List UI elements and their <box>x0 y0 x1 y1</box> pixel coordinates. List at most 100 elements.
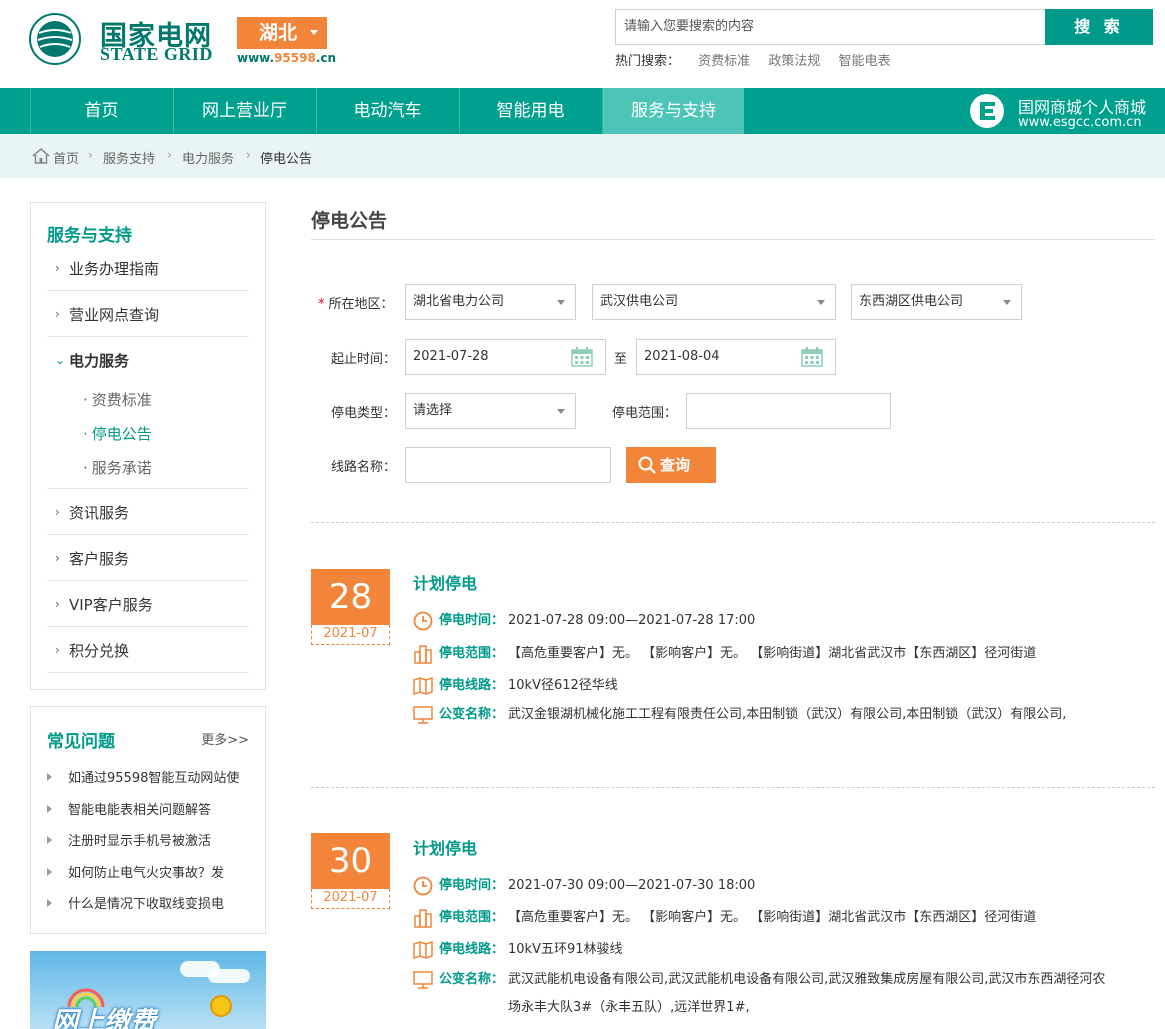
search-button[interactable]: 搜 索 <box>1045 9 1153 45</box>
caret-down-icon <box>557 409 565 414</box>
notice-scope-value: 【高危重要客户】无。 【影响客户】无。 【影响街道】湖北省武汉市【东西湖区】径河… <box>508 646 1037 661</box>
calendar-icon[interactable] <box>571 347 593 367</box>
sidebar-title: 服务与支持 <box>47 226 132 246</box>
triangle-right-icon <box>47 773 52 781</box>
nav-item-ev[interactable]: 电动汽车 <box>316 88 458 134</box>
query-button[interactable]: 查询 <box>626 447 716 483</box>
sidebar-item-points-exchange[interactable]: › 积分兑换 <box>47 627 249 673</box>
breadcrumb-power-service[interactable]: 电力服务 <box>182 148 234 167</box>
notice-scope-key: 停电范围： <box>439 646 505 661</box>
notice-time-value: 2021-07-28 09:00—2021-07-28 17:00 <box>508 613 756 628</box>
outage-scope-input[interactable] <box>686 393 891 429</box>
sidebar-subitem-label: 停电公告 <box>91 425 152 443</box>
sidebar-item-business-guide[interactable]: › 业务办理指南 <box>47 245 249 291</box>
outage-type-select[interactable]: 请选择 <box>405 393 576 429</box>
sidebar-item-power-service[interactable]: ⌄ 电力服务 · 资费标准 · 停电公告 · 服务承诺 <box>47 337 249 489</box>
site-header: 国家电网 STATE GRID 湖北 www.95598.cn 请输入您要搜索的… <box>0 0 1165 88</box>
calendar-icon[interactable] <box>801 347 823 367</box>
region-label: 湖北 <box>259 22 298 44</box>
hot-search-link[interactable]: 智能电表 <box>838 54 890 69</box>
hot-search-link[interactable]: 资费标准 <box>698 54 750 69</box>
title-divider <box>311 239 1155 240</box>
faq-more-link[interactable]: 更多>> <box>201 729 249 748</box>
search-input[interactable]: 请输入您要搜索的内容 <box>615 9 1045 45</box>
hot-search-label: 热门搜索： <box>615 54 681 69</box>
notice-date-card: 28 2021-07 <box>311 569 390 645</box>
triangle-right-icon <box>47 899 52 907</box>
chevron-right-icon: › <box>55 551 60 565</box>
sidebar-item-label: 电力服务 <box>69 352 130 370</box>
clock-icon <box>413 876 433 896</box>
caret-down-icon <box>557 300 565 305</box>
site-url-suffix: .cn <box>315 51 337 65</box>
province-select-value: 湖北省电力公司 <box>413 294 505 309</box>
breadcrumb-service-support[interactable]: 服务支持 <box>103 148 155 167</box>
notice-transformer-key: 公变名称： <box>439 972 505 987</box>
sidebar-item-label: 业务办理指南 <box>69 260 160 278</box>
online-payment-banner[interactable]: 网上缴费 <box>30 951 266 1029</box>
faq-item[interactable]: 智能电能表相关问题解答 <box>47 799 251 818</box>
chevron-right-icon: › <box>55 505 60 519</box>
faq-item-label: 如通过95598智能互动网站使 <box>68 771 240 786</box>
notice-time-value: 2021-07-30 09:00—2021-07-30 18:00 <box>508 878 756 893</box>
nav-item-online-hall[interactable]: 网上营业厅 <box>173 88 315 134</box>
end-date-value: 2021-08-04 <box>644 349 720 364</box>
map-icon <box>413 676 433 696</box>
chevron-right-icon: › <box>167 148 172 162</box>
caret-down-icon <box>310 30 318 35</box>
faq-item[interactable]: 注册时显示手机号被激活 <box>47 830 251 849</box>
home-icon[interactable] <box>32 148 50 164</box>
sidebar-item-label: VIP客户服务 <box>69 596 153 614</box>
sidebar-item-customer-service[interactable]: › 客户服务 <box>47 535 249 581</box>
sidebar-item-label: 资讯服务 <box>69 504 130 522</box>
faq-item-label: 如何防止电气火灾事故？发 <box>68 866 225 881</box>
notice-transformer-key: 公变名称： <box>439 707 505 722</box>
province-select[interactable]: 湖北省电力公司 <box>405 284 576 320</box>
region-selector[interactable]: 湖北 <box>237 17 327 49</box>
notice-title[interactable]: 计划停电 <box>413 570 477 594</box>
faq-item[interactable]: 如何防止电气火灾事故？发 <box>47 862 251 881</box>
end-date-input[interactable]: 2021-08-04 <box>636 339 836 375</box>
sidebar-subitem-service-promise[interactable]: · 服务承诺 <box>83 457 152 478</box>
notice-title[interactable]: 计划停电 <box>413 835 477 859</box>
state-grid-logo[interactable]: 国家电网 STATE GRID <box>28 12 212 66</box>
notice-line-key: 停电线路： <box>439 678 505 693</box>
nav-item-home[interactable]: 首页 <box>30 88 172 134</box>
divider <box>311 522 1155 523</box>
site-url-number: 95598 <box>274 51 316 65</box>
sidebar-item-outlet-query[interactable]: › 营业网点查询 <box>47 291 249 337</box>
clock-icon <box>413 611 433 631</box>
sidebar-item-vip-service[interactable]: › VIP客户服务 <box>47 581 249 627</box>
sidebar-item-info-service[interactable]: › 资讯服务 <box>47 489 249 535</box>
coin-icon <box>210 995 232 1017</box>
state-grid-globe-icon <box>29 13 81 65</box>
faq-item[interactable]: 如通过95598智能互动网站使 <box>47 767 251 786</box>
required-mark: * <box>318 297 325 312</box>
faq-item[interactable]: 什么是情况下收取线变损电 <box>47 893 251 912</box>
to-label: 至 <box>614 352 628 367</box>
monitor-icon <box>413 971 433 989</box>
start-date-input[interactable]: 2021-07-28 <box>405 339 606 375</box>
city-select[interactable]: 武汉供电公司 <box>592 284 836 320</box>
divider <box>311 787 1155 788</box>
sidebar-subitem-outage-notice[interactable]: · 停电公告 <box>83 423 152 444</box>
hot-search-link[interactable]: 政策法规 <box>768 54 820 69</box>
chevron-right-icon: › <box>246 148 251 162</box>
triangle-right-icon <box>47 836 52 844</box>
nav-item-smart-power[interactable]: 智能用电 <box>459 88 601 134</box>
map-icon <box>413 940 433 960</box>
notice-day: 30 <box>311 833 390 889</box>
mall-url[interactable]: www.esgcc.com.cn <box>1018 115 1142 130</box>
faq-item-label: 什么是情况下收取线变损电 <box>68 897 225 912</box>
faq-panel: 常见问题 更多>> 如通过95598智能互动网站使 智能电能表相关问题解答 注册… <box>30 706 266 934</box>
site-url[interactable]: www.95598.cn <box>237 51 336 65</box>
cloud-icon <box>208 969 250 983</box>
breadcrumb-home[interactable]: 首页 <box>53 148 79 167</box>
esgcc-logo-icon[interactable] <box>967 93 1009 129</box>
notice-day: 28 <box>311 569 390 625</box>
notice-transformer-value: 武汉武能机电设备有限公司,武汉武能机电设备有限公司,武汉雅致集成房屋有限公司,武… <box>508 972 1106 1015</box>
line-name-input[interactable] <box>405 447 611 483</box>
nav-item-service-support[interactable]: 服务与支持 <box>602 88 744 134</box>
sidebar-subitem-tariff[interactable]: · 资费标准 <box>83 389 152 410</box>
district-select[interactable]: 东西湖区供电公司 <box>851 284 1022 320</box>
